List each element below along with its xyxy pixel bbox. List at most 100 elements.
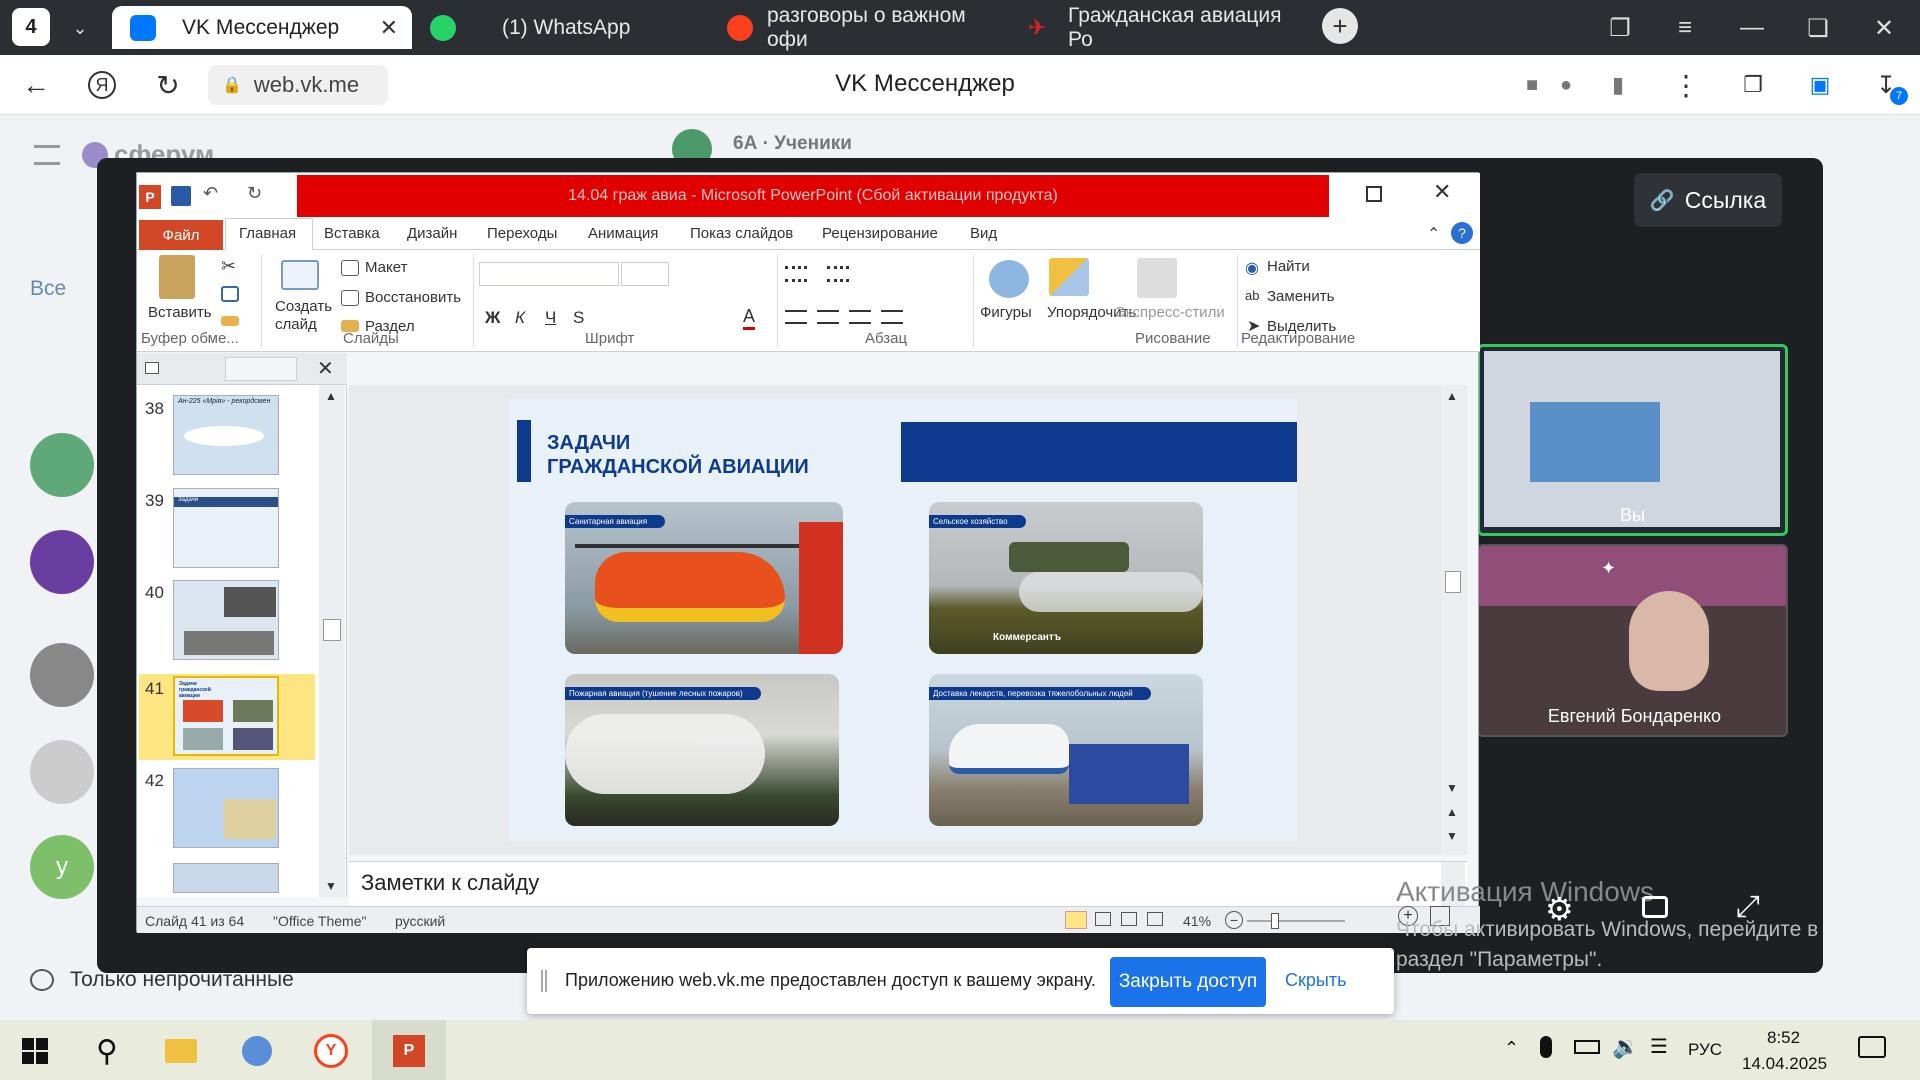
- notifications-icon[interactable]: [1858, 1036, 1886, 1058]
- pin-icon[interactable]: ✦: [1601, 558, 1616, 579]
- scroll-up-icon[interactable]: ▲: [1446, 389, 1458, 403]
- paste-label[interactable]: Вставить: [148, 304, 212, 321]
- scroll-down-icon[interactable]: ▼: [325, 879, 337, 893]
- wifi-icon[interactable]: ☰: [1650, 1034, 1668, 1059]
- copy-icon[interactable]: [221, 286, 239, 302]
- stop-sharing-button[interactable]: Закрыть доступ: [1110, 957, 1266, 1007]
- find-button[interactable]: Найти: [1267, 258, 1310, 275]
- menu-slideshow[interactable]: Показ слайдов: [690, 225, 793, 242]
- quick-styles-button[interactable]: Экспресс-стили: [1115, 304, 1225, 321]
- yandex-account-icon[interactable]: Я: [82, 65, 122, 105]
- shadow-icon[interactable]: S: [573, 308, 584, 328]
- show-hidden-icons-chevron-icon[interactable]: ⌃: [1504, 1038, 1519, 1059]
- minimize-icon[interactable]: —: [1730, 8, 1774, 48]
- italic-icon[interactable]: К: [515, 308, 525, 328]
- zoom-slider-track[interactable]: [1247, 920, 1345, 922]
- menu-icon[interactable]: ≡: [1663, 8, 1707, 48]
- scroll-down-icon[interactable]: ▼: [1446, 781, 1458, 795]
- bullets-icon[interactable]: [785, 266, 807, 282]
- downloads-icon[interactable]: ↧ 7: [1866, 65, 1908, 105]
- input-language[interactable]: РУС: [1688, 1040, 1722, 1060]
- collections-icon[interactable]: ❐: [1598, 8, 1642, 48]
- shapes-icon[interactable]: [989, 260, 1029, 298]
- bookmark-icon[interactable]: ▮: [1598, 65, 1638, 105]
- start-windows-icon[interactable]: [14, 1030, 56, 1072]
- new-slide-label[interactable]: Создать слайд: [275, 298, 335, 334]
- paste-icon[interactable]: [159, 255, 195, 299]
- yandex-browser-icon[interactable]: Y: [310, 1030, 352, 1072]
- avatar-chat-4[interactable]: [30, 740, 94, 804]
- thumbnail-slide-38[interactable]: Ан-225 «Мрія» - рекордсмен: [173, 395, 279, 475]
- prev-slide-icon[interactable]: ▲: [1446, 805, 1458, 819]
- reset-button[interactable]: Восстановить: [365, 289, 461, 306]
- font-family-select[interactable]: [479, 262, 619, 286]
- layout-button[interactable]: Макет: [365, 259, 407, 276]
- search-icon[interactable]: ⚲: [86, 1030, 128, 1072]
- filter-all-chip[interactable]: Все: [30, 277, 66, 301]
- avatar-chat-2[interactable]: [30, 530, 94, 594]
- close-window-icon[interactable]: ✕: [1862, 8, 1906, 48]
- tab-razgovory[interactable]: разговоры о важном офи: [715, 4, 1011, 51]
- bold-icon[interactable]: Ж: [485, 308, 500, 328]
- outline-tab-icon[interactable]: [225, 357, 297, 381]
- url-field[interactable]: 🔒 web.vk.me: [208, 65, 388, 105]
- ppt-close-icon[interactable]: ✕: [1433, 179, 1451, 205]
- menu-review[interactable]: Рецензирование: [822, 225, 938, 242]
- replace-button[interactable]: Заменить: [1267, 288, 1334, 305]
- align-right-icon[interactable]: [849, 310, 871, 324]
- save-icon[interactable]: [171, 186, 191, 206]
- file-explorer-icon[interactable]: [160, 1030, 202, 1072]
- next-slide-icon[interactable]: ▼: [1446, 829, 1458, 843]
- menu-transitions[interactable]: Переходы: [487, 225, 557, 242]
- thumbnail-slide-43[interactable]: [173, 863, 279, 893]
- thumbnail-slide-41[interactable]: Задачи гражданской авиации: [173, 676, 279, 756]
- avatar-chat-1[interactable]: [30, 433, 94, 497]
- volume-icon[interactable]: 🔉: [1612, 1034, 1639, 1060]
- slide-sorter-icon[interactable]: [1095, 912, 1111, 926]
- drag-handle-icon[interactable]: [541, 970, 547, 992]
- align-left-icon[interactable]: [785, 310, 807, 324]
- thumbnail-slide-39[interactable]: Задачи: [173, 488, 279, 568]
- tab-count-button[interactable]: 4: [12, 8, 50, 46]
- font-color-icon[interactable]: А: [743, 306, 756, 330]
- microphone-tray-icon[interactable]: [1540, 1036, 1552, 1058]
- menu-home-label[interactable]: Главная: [239, 225, 296, 242]
- zoom-slider-thumb[interactable]: [1271, 913, 1279, 929]
- self-video-tile[interactable]: Вы: [1477, 344, 1788, 536]
- battery-icon[interactable]: [1574, 1040, 1600, 1054]
- menu-animation[interactable]: Анимация: [588, 225, 658, 242]
- ppt-maximize-icon[interactable]: [1366, 186, 1382, 202]
- extension-icon[interactable]: ▣: [1800, 65, 1840, 105]
- thumbnail-slide-40[interactable]: [173, 580, 279, 660]
- clock-time[interactable]: 8:52: [1767, 1028, 1800, 1048]
- microphone-icon[interactable]: ●: [1546, 65, 1586, 105]
- menu-file[interactable]: Файл: [139, 220, 223, 250]
- new-slide-icon[interactable]: [281, 260, 319, 290]
- avatar-chat-3[interactable]: [30, 643, 94, 707]
- thumbs-scrollbar[interactable]: [319, 385, 345, 897]
- font-size-select[interactable]: [621, 262, 669, 286]
- tab-vk-messenger[interactable]: VK Мессенджер ✕: [112, 6, 412, 49]
- menu-view[interactable]: Вид: [970, 225, 997, 242]
- justify-icon[interactable]: [881, 310, 903, 324]
- format-painter-icon[interactable]: [221, 316, 239, 326]
- normal-view-icon[interactable]: [1065, 911, 1087, 929]
- tabs-menu-chevron-icon[interactable]: ⌄: [62, 10, 98, 46]
- close-pane-icon[interactable]: ✕: [317, 356, 334, 381]
- arrange-icon[interactable]: [1049, 258, 1089, 296]
- align-center-icon[interactable]: [817, 310, 839, 324]
- participant-video-tile[interactable]: ✦ Евгений Бондаренко: [1477, 544, 1788, 737]
- current-slide[interactable]: ЗАДАЧИ ГРАЖДАНСКОЙ АВИАЦИИ Санитарная ав…: [509, 398, 1297, 842]
- quick-styles-icon[interactable]: [1137, 258, 1177, 298]
- notes-pane[interactable]: Заметки к слайду: [349, 861, 1467, 907]
- thumbnail-slide-42[interactable]: [173, 768, 279, 848]
- tab-whatsapp[interactable]: (1) WhatsApp: [418, 6, 708, 49]
- hide-link[interactable]: Скрыть: [1285, 970, 1346, 991]
- clock-date[interactable]: 14.04.2025: [1742, 1054, 1827, 1074]
- slides-tab-icon[interactable]: [145, 362, 159, 374]
- scroll-up-icon[interactable]: ▲: [325, 389, 337, 403]
- restore-icon[interactable]: ❏: [1796, 8, 1840, 48]
- shapes-button[interactable]: Фигуры: [980, 304, 1032, 321]
- help-icon[interactable]: ?: [1451, 222, 1473, 244]
- network-tool-icon[interactable]: [236, 1030, 278, 1072]
